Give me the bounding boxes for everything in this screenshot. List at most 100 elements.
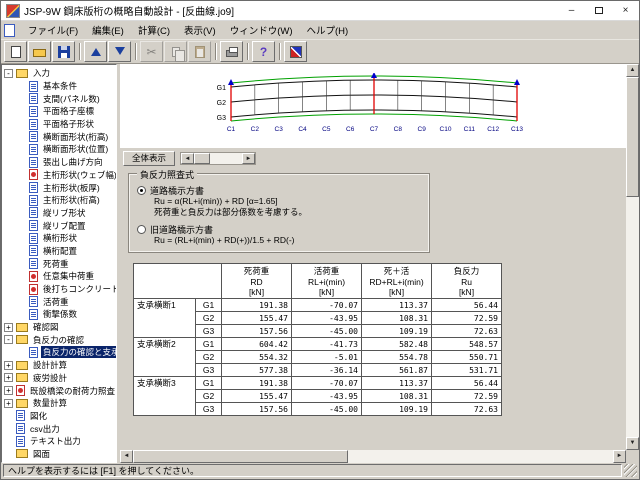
expander-icon[interactable]: + <box>4 323 13 332</box>
radio-icon[interactable] <box>137 225 146 234</box>
value-cell: -43.95 <box>292 312 362 325</box>
expander-icon[interactable]: - <box>4 69 13 78</box>
radio-option[interactable]: 旧道路橋示方書 <box>137 223 423 235</box>
radio-option[interactable]: 道路橋示方書 <box>137 184 423 196</box>
menu-item[interactable]: 編集(E) <box>85 24 131 39</box>
tree-item[interactable]: 横断面形状(桁高) <box>2 130 116 143</box>
save-button[interactable] <box>52 41 75 62</box>
menu-item[interactable]: 計算(C) <box>131 24 177 39</box>
tree-item[interactable]: 死荷重 <box>2 257 116 270</box>
scroll-down-icon[interactable]: ▼ <box>626 437 639 450</box>
exit-button[interactable] <box>284 41 307 62</box>
tree-item[interactable]: 負反力の確認と支承移動 <box>2 346 116 359</box>
tree-item-label: 平面格子座標 <box>41 105 96 117</box>
minimize-button[interactable]: – <box>558 1 585 20</box>
tree-view[interactable]: -入力基本条件支間(パネル数)平面格子座標平面格子形状横断面形状(桁高)横断面形… <box>1 64 117 463</box>
maximize-button[interactable] <box>585 1 612 20</box>
fit-view-button[interactable]: 全体表示 <box>123 151 175 166</box>
value-cell: 561.87 <box>362 364 432 377</box>
tree-item[interactable]: -入力 <box>2 67 116 80</box>
value-cell: -36.14 <box>292 364 362 377</box>
exit-icon <box>289 45 303 59</box>
scroll-right-icon[interactable]: ► <box>613 450 626 463</box>
cut-button[interactable]: ✂ <box>140 41 163 62</box>
tree-item[interactable]: 基本条件 <box>2 80 116 93</box>
tree-item[interactable]: 主桁形状(板厚) <box>2 181 116 194</box>
girder-label: G2 <box>217 100 226 107</box>
tree-item[interactable]: テキスト出力 <box>2 435 116 448</box>
expander-icon[interactable]: + <box>4 399 13 408</box>
value-cell: -45.00 <box>292 325 362 338</box>
tree-item[interactable]: 横断面形状(位置) <box>2 143 116 156</box>
tree-item[interactable]: 横桁形状 <box>2 232 116 245</box>
scroll-left-icon[interactable]: ◄ <box>120 450 133 463</box>
folder-icon <box>16 361 28 370</box>
expander-icon[interactable]: + <box>4 373 13 382</box>
radio-icon[interactable] <box>137 186 146 195</box>
tree-item[interactable]: 縦リブ配置 <box>2 219 116 232</box>
tree-item[interactable]: 後打ちコンクリート <box>2 283 116 296</box>
up-button[interactable] <box>84 41 107 62</box>
tree-item[interactable]: 衝撃係数 <box>2 308 116 321</box>
tree-item[interactable]: 活荷重 <box>2 295 116 308</box>
new-button[interactable] <box>4 41 27 62</box>
scroll-track[interactable] <box>348 450 613 463</box>
doc-icon <box>29 157 38 168</box>
menu-item[interactable]: ヘルプ(H) <box>299 24 355 39</box>
tree-item[interactable]: -負反力の確認 <box>2 333 116 346</box>
menu-item[interactable]: ウィンドウ(W) <box>223 24 300 39</box>
tree-item[interactable]: 横桁配置 <box>2 245 116 258</box>
tree-item[interactable]: +数量計算 <box>2 397 116 410</box>
expander-icon[interactable]: - <box>4 335 13 344</box>
paste-button[interactable] <box>188 41 211 62</box>
tree-item[interactable]: 張出し曲げ方向 <box>2 156 116 169</box>
tree-item[interactable]: + 設計計算 <box>2 359 116 372</box>
tree-item[interactable]: 平面格子座標 <box>2 105 116 118</box>
menu-item[interactable]: ファイル(F) <box>21 24 85 39</box>
doc-icon <box>29 131 38 142</box>
copy-button[interactable] <box>164 41 187 62</box>
close-button[interactable]: × <box>612 1 639 20</box>
tree-item[interactable]: +疲労設計 <box>2 372 116 385</box>
toolbar-separator <box>79 43 81 60</box>
horizontal-scrollbar[interactable]: ◄ ► <box>120 450 626 463</box>
horizontal-scroll-thumb[interactable] <box>133 450 348 463</box>
scroll-up-icon[interactable]: ▲ <box>626 64 639 77</box>
canvas-horizontal-scrollbar[interactable]: ◄ ► <box>180 152 256 165</box>
tree-item[interactable]: csv出力 <box>2 422 116 435</box>
menu-item[interactable]: 表示(V) <box>177 24 223 39</box>
tree-item[interactable]: +確認図 <box>2 321 116 334</box>
tree-item[interactable]: 縦リブ形状 <box>2 207 116 220</box>
vertical-scrollbar[interactable]: ▲ ▼ <box>626 64 639 450</box>
resize-grip[interactable] <box>624 464 637 477</box>
doc-icon <box>29 119 38 130</box>
expander-icon[interactable]: + <box>4 361 13 370</box>
tree-item[interactable]: +既設橋梁の耐荷力照査 <box>2 384 116 397</box>
doc-icon <box>29 182 38 193</box>
vertical-scroll-thumb[interactable] <box>626 77 639 197</box>
print-button[interactable] <box>220 41 243 62</box>
open-button[interactable] <box>28 41 51 62</box>
help-button[interactable]: ? <box>252 41 275 62</box>
scroll-right-icon[interactable]: ► <box>242 153 255 164</box>
expander-icon[interactable]: + <box>4 386 13 395</box>
tree-item-label: 主桁形状(ウェブ幅) <box>41 169 117 181</box>
value-cell: 550.71 <box>432 351 502 364</box>
tree-item[interactable]: 主桁形状(ウェブ幅) <box>2 169 116 182</box>
down-button[interactable] <box>108 41 131 62</box>
value-cell: 548.57 <box>432 338 502 351</box>
tree-item[interactable]: 平面格子形状 <box>2 118 116 131</box>
scroll-thumb[interactable] <box>194 153 210 164</box>
tree-item-label: 設計計算 <box>31 359 69 371</box>
new-glyph <box>11 46 21 58</box>
result-table-wrap: 死荷重RD[kN]活荷重RL+i(min)[kN]死＋活RD+RL+i(min)… <box>133 263 626 416</box>
tree-item[interactable]: 任意集中荷重 <box>2 270 116 283</box>
scroll-left-icon[interactable]: ◄ <box>181 153 194 164</box>
tree-item[interactable]: 図面 <box>2 448 116 461</box>
tree-item[interactable]: 図化 <box>2 410 116 423</box>
tree-item[interactable]: 主桁形状(桁高) <box>2 194 116 207</box>
up-glyph <box>91 43 101 56</box>
scroll-track[interactable] <box>210 153 242 164</box>
document-icon[interactable] <box>4 24 15 37</box>
tree-item[interactable]: 支間(パネル数) <box>2 92 116 105</box>
